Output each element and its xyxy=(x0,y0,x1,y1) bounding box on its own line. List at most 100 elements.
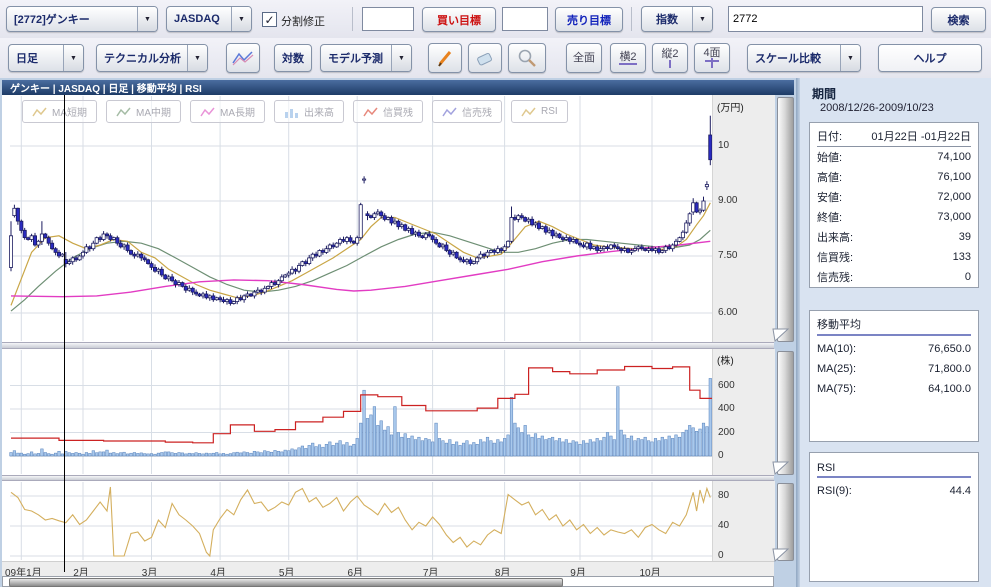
info-row-value: 76,100 xyxy=(937,171,971,183)
buy-target-button[interactable]: 買い目標 xyxy=(422,7,496,32)
line-series-icon xyxy=(32,106,48,118)
legend-toggle-5[interactable]: 信買残 xyxy=(353,100,423,123)
panel-divider[interactable] xyxy=(2,342,774,349)
stock-chart-app: [2772]ゲンキー ▼ JASDAQ ▼ ✓ 分割修正 買い目標 売り目標 指… xyxy=(0,0,991,587)
line-series-icon xyxy=(442,106,458,118)
legend-toggle-2[interactable]: MA中期 xyxy=(106,100,181,123)
volume-scale-slider[interactable] xyxy=(777,351,794,475)
axis-tick-label: 600 xyxy=(718,380,735,391)
chevron-down-icon[interactable]: ▼ xyxy=(391,45,411,71)
info-row: 信売残:0 xyxy=(817,267,971,287)
info-row-value: 01月22日 -01月22日 xyxy=(871,128,971,144)
search-button[interactable]: 検索 xyxy=(931,7,986,32)
x-axis-strip: 09年1月2月3月4月5月6月7月8月9月10月 xyxy=(2,561,774,577)
axis-tick-label: 0 xyxy=(718,450,724,461)
chevron-down-icon[interactable]: ▼ xyxy=(692,7,712,31)
legend-toggle-3[interactable]: MA長期 xyxy=(190,100,265,123)
info-row-label: 日付: xyxy=(817,128,842,144)
legend-label: MA中期 xyxy=(136,104,171,119)
period-dropdown[interactable]: 日足 ▼ xyxy=(8,44,84,72)
buy-target-input[interactable] xyxy=(362,7,414,31)
volume-panel-resize-handle[interactable] xyxy=(772,461,790,475)
magnifier-icon xyxy=(517,48,537,68)
info-row: 日付: 01月22日 -01月22日 xyxy=(817,126,971,147)
horizontal-scrollbar[interactable] xyxy=(2,576,774,587)
axis-tick-label: 0 xyxy=(718,550,724,561)
moving-average-box: 移動平均 MA(10):76,650.0MA(25):71,800.0MA(75… xyxy=(809,310,979,442)
log-scale-button[interactable]: 対数 xyxy=(274,44,312,72)
info-row-label: 高値: xyxy=(817,169,842,185)
buy-target-button-label: 買い目標 xyxy=(437,12,481,28)
legend-label: RSI xyxy=(541,106,558,117)
legend-toggle-1[interactable]: MA短期 xyxy=(22,100,97,123)
legend-label: MA短期 xyxy=(52,104,87,119)
sell-target-button[interactable]: 売り目標 xyxy=(555,7,623,32)
index-dropdown[interactable]: 指数 ▼ xyxy=(641,6,713,32)
info-row-label: MA(75): xyxy=(817,383,856,395)
info-row: 高値: 76,100 xyxy=(817,167,971,187)
info-row: 終値:73,000 xyxy=(817,207,971,227)
axis-tick-label: 40 xyxy=(718,520,729,531)
model-forecast-dropdown[interactable]: モデル予測 ▼ xyxy=(320,44,412,72)
line-series-icon xyxy=(521,106,537,118)
line-series-icon xyxy=(116,106,132,118)
info-row: MA(25):71,800.0 xyxy=(817,359,971,379)
split-adjust-label: 分割修正 xyxy=(281,13,325,29)
info-row-label: MA(10): xyxy=(817,343,856,355)
layout-v2-label: 縦2 xyxy=(661,49,678,59)
technical-analysis-value: テクニカル分析 xyxy=(97,45,187,71)
log-scale-label: 対数 xyxy=(282,50,304,66)
legend-label: 出来高 xyxy=(304,104,334,119)
axis-tick-label: 9.00 xyxy=(718,195,737,206)
rsi-panel-resize-handle[interactable] xyxy=(772,548,790,562)
info-row-value: 0 xyxy=(965,271,971,283)
layout-quad-button[interactable]: 4面 xyxy=(694,43,730,73)
price-chart[interactable] xyxy=(2,95,712,342)
layout-h2-label: 横2 xyxy=(619,52,636,62)
layout-full-button[interactable]: 全面 xyxy=(566,43,602,73)
info-row-label: MA(25): xyxy=(817,363,856,375)
chevron-down-icon[interactable]: ▼ xyxy=(137,7,157,31)
chart-type-button[interactable] xyxy=(226,43,260,73)
price-panel-resize-handle[interactable] xyxy=(772,328,790,342)
price-unit-label: (万円) xyxy=(717,99,744,114)
info-row-value: 44.4 xyxy=(950,485,971,497)
market-dropdown[interactable]: JASDAQ ▼ xyxy=(166,6,252,32)
chevron-down-icon[interactable]: ▼ xyxy=(63,45,83,71)
horizontal-scrollbar-thumb[interactable] xyxy=(9,578,563,587)
toolbar-separator xyxy=(352,7,353,31)
zoom-button[interactable] xyxy=(508,43,546,73)
layout-horizontal2-button[interactable]: 横2 xyxy=(610,43,646,73)
technical-analysis-dropdown[interactable]: テクニカル分析 ▼ xyxy=(96,44,208,72)
eraser-button[interactable] xyxy=(468,43,502,73)
split-adjust-checkbox[interactable]: ✓ xyxy=(262,12,277,27)
info-row: MA(75): 64,100.0 xyxy=(817,379,971,399)
toolbar-separator xyxy=(631,7,632,31)
help-button[interactable]: ヘルプ xyxy=(878,44,982,72)
legend-label: MA長期 xyxy=(220,104,255,119)
info-row-label: 始値: xyxy=(817,149,842,165)
axis-tick-label: 7.50 xyxy=(718,250,737,261)
help-button-label: ヘルプ xyxy=(914,50,947,66)
price-scale-slider[interactable] xyxy=(777,97,794,342)
sell-target-input[interactable] xyxy=(502,7,548,31)
symbol-dropdown[interactable]: [2772]ゲンキー ▼ xyxy=(6,6,158,32)
search-input[interactable] xyxy=(728,6,923,32)
layout-vertical2-button[interactable]: 縦2 xyxy=(652,43,688,73)
scale-compare-dropdown[interactable]: スケール比較 ▼ xyxy=(747,44,861,72)
chevron-down-icon[interactable]: ▼ xyxy=(187,45,207,71)
rsi-chart[interactable] xyxy=(2,481,712,561)
legend-toggle-6[interactable]: 信売残 xyxy=(432,100,502,123)
rsi-info-title: RSI xyxy=(817,456,971,478)
legend-toggle-4[interactable]: 出来高 xyxy=(274,100,344,123)
draw-pencil-button[interactable] xyxy=(428,43,462,73)
legend-toggle-7[interactable]: RSI xyxy=(511,100,568,123)
toolbar-top: [2772]ゲンキー ▼ JASDAQ ▼ ✓ 分割修正 買い目標 売り目標 指… xyxy=(0,0,991,39)
info-row-label: 終値: xyxy=(817,209,842,225)
info-row-value: 64,100.0 xyxy=(928,383,971,395)
chevron-down-icon[interactable]: ▼ xyxy=(840,45,860,71)
search-button-label: 検索 xyxy=(948,12,970,28)
chevron-down-icon[interactable]: ▼ xyxy=(231,7,251,31)
volume-chart[interactable] xyxy=(2,349,712,475)
rsi-info-box: RSI RSI(9):44.4 xyxy=(809,452,979,582)
